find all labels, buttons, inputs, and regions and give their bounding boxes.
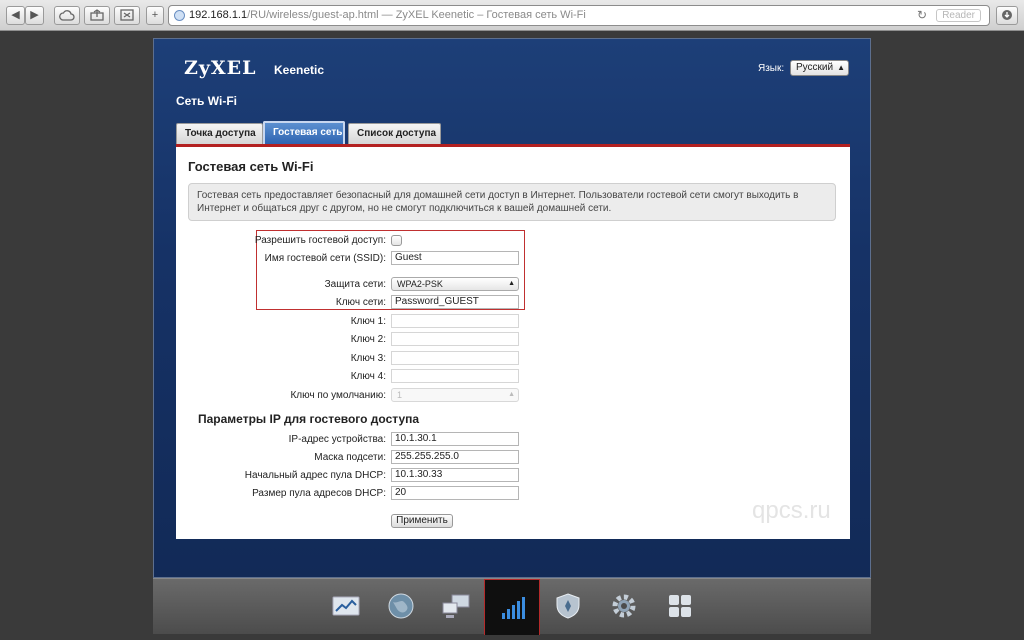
security-select[interactable]: WPA2-PSK ▲ [391,277,519,291]
nav-apps[interactable] [651,579,707,635]
ip-input[interactable]: 10.1.30.1 [391,432,519,446]
address-bar[interactable]: 192.168.1.1/RU/wireless/guest-ap.html — … [168,5,990,26]
reader-button[interactable]: Reader [936,9,981,22]
share-icon [90,9,104,21]
nav-home-network[interactable] [427,579,483,635]
settings-icon [612,594,636,618]
allow-guest-label: Разрешить гостевой доступ: [254,235,386,246]
security-value: WPA2-PSK [397,279,443,289]
download-button[interactable] [996,6,1018,25]
mask-input[interactable]: 255.255.255.0 [391,450,519,464]
security-icon [556,593,580,619]
key1-input[interactable] [391,314,519,328]
tab-access-list[interactable]: Список доступа [348,123,441,144]
tab-guest-network[interactable]: Гостевая сеть [263,121,345,144]
mask-label: Маска подсети: [314,452,386,463]
language-value: Русский [796,62,834,73]
select-arrows-icon: ▲ [508,280,515,287]
key2-input[interactable] [391,332,519,346]
tab-access-point[interactable]: Точка доступа [176,123,263,144]
watermark: qpcs.ru [752,497,831,524]
info-box: Гостевая сеть предоставляет безопасный д… [188,183,836,221]
home-network-icon [442,594,470,618]
internet-icon [388,593,414,619]
reload-icon[interactable]: ↻ [917,6,927,25]
globe-icon [174,10,185,21]
key4-input[interactable] [391,369,519,383]
content-panel: Гостевая сеть Wi-Fi Гостевая сеть предос… [176,147,850,539]
language-select[interactable]: Русский ▲ [790,60,849,76]
back-button[interactable]: ◀ [6,6,25,25]
url-path: /RU/wireless/guest-ap.html [247,9,379,21]
ip-section-title: Параметры IP для гостевого доступа [198,412,420,426]
page-title: Гостевая сеть Wi-Fi [188,159,314,174]
key3-input[interactable] [391,351,519,365]
ssid-label: Имя гостевой сети (SSID): [264,253,386,264]
nav-security[interactable] [539,579,595,635]
download-icon [1002,10,1012,20]
product-name: Keenetic [274,63,325,77]
key4-label: Ключ 4: [350,371,386,382]
pool-size-label: Размер пула адресов DHCP: [252,488,386,499]
page-title-in-bar: ZyXEL Keenetic – Гостевая сеть Wi-Fi [395,9,586,21]
ssid-input[interactable]: Guest [391,251,519,265]
zyxel-logo: ZyXEL [184,57,257,79]
new-tab-button[interactable]: + [146,6,164,25]
url-separator: — [378,9,396,21]
bottom-nav [153,578,871,635]
select-arrows-icon: ▲ [837,63,845,72]
cloud-icon [59,10,75,21]
forward-button[interactable]: ▶ [25,6,44,25]
nav-monitor[interactable] [317,579,373,635]
nav-wifi[interactable] [484,579,540,635]
apply-button[interactable]: Применить [391,514,453,528]
tools-button[interactable] [114,6,140,25]
url-host: 192.168.1.1 [189,9,248,21]
allow-guest-checkbox[interactable] [391,235,402,246]
nav-settings[interactable] [595,579,651,635]
language-label: Язык: [758,63,785,74]
security-label: Защита сети: [324,279,386,290]
default-key-value: 1 [397,390,403,400]
monitor-icon [332,596,360,616]
pool-size-input[interactable]: 20 [391,486,519,500]
pool-start-input[interactable]: 10.1.30.33 [391,468,519,482]
key1-label: Ключ 1: [350,316,386,327]
key2-label: Ключ 2: [350,334,386,345]
browser-toolbar: ◀ ▶ + 192.168.1.1/RU/wireless/guest-ap.h… [0,0,1024,31]
router-page: ZyXEL Keenetic Язык: Русский ▲ Сеть Wi-F… [153,38,871,578]
default-key-select[interactable]: 1 ▲ [391,388,519,402]
cloud-button[interactable] [54,6,80,25]
share-button[interactable] [84,6,110,25]
ip-label: IP-адрес устройства: [288,434,386,445]
select-arrows-icon: ▲ [508,391,515,398]
network-key-label: Ключ сети: [335,297,386,308]
default-key-label: Ключ по умолчанию: [290,390,386,401]
network-key-input[interactable]: Password_GUEST [391,295,519,309]
apps-icon [669,595,691,617]
pool-start-label: Начальный адрес пула DHCP: [244,470,386,481]
nav-internet[interactable] [372,579,428,635]
key3-label: Ключ 3: [350,353,386,364]
tools-icon [120,9,134,21]
wifi-icon [502,597,525,619]
section-title: Сеть Wi-Fi [176,94,237,108]
